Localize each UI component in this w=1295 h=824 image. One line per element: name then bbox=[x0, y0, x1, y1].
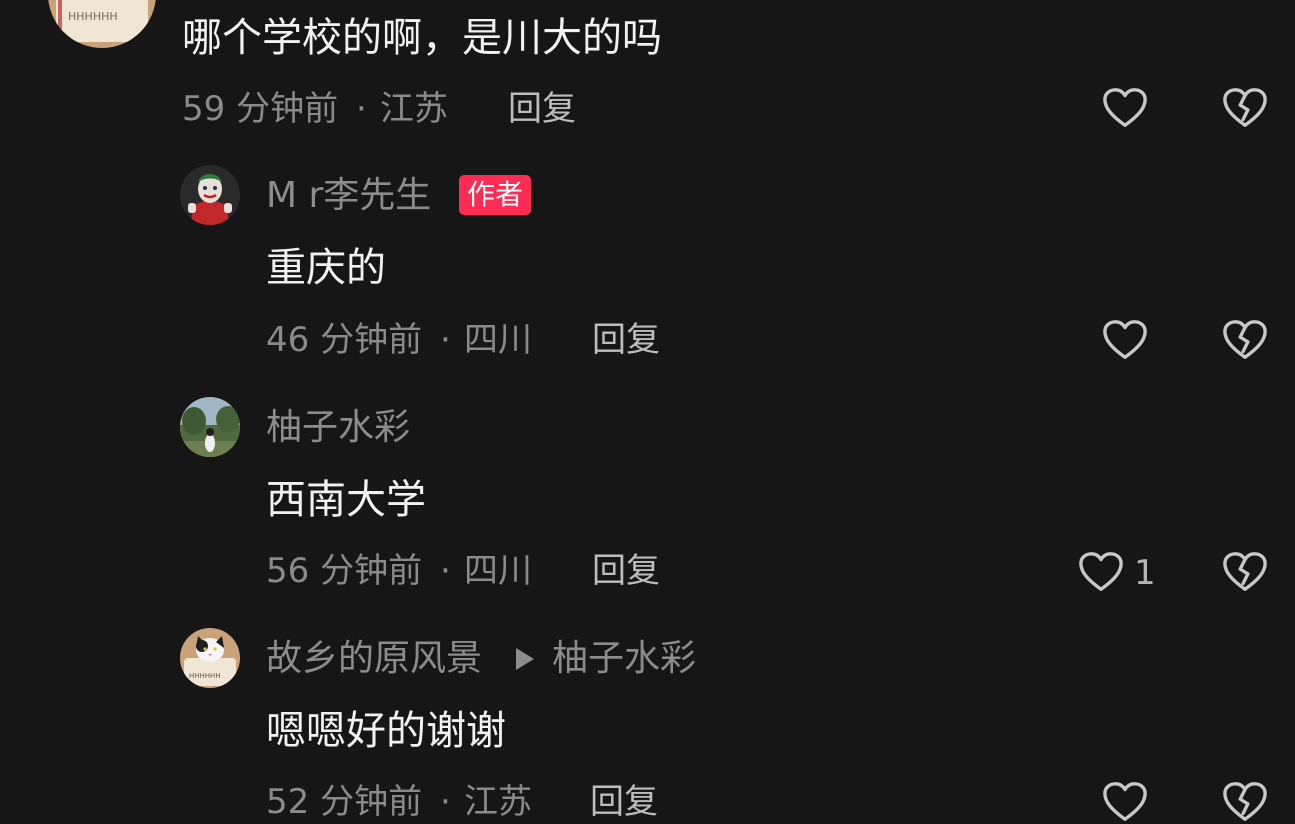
author-badge: 作者 bbox=[459, 175, 532, 215]
reply-text: 嗯嗯好的谢谢 bbox=[266, 708, 506, 754]
like-button[interactable] bbox=[1102, 318, 1148, 362]
username[interactable]: M r李先生 bbox=[266, 178, 431, 214]
like-count: 1 bbox=[1134, 553, 1156, 593]
broken-heart-icon bbox=[1223, 782, 1267, 821]
username[interactable]: 柚子水彩 bbox=[266, 410, 410, 446]
like-button[interactable] bbox=[1102, 780, 1148, 824]
like-button[interactable] bbox=[1102, 86, 1148, 130]
heart-outline-icon bbox=[1103, 782, 1147, 821]
reply-to-username[interactable]: 柚子水彩 bbox=[552, 641, 696, 677]
reply-text: 重庆的 bbox=[266, 245, 386, 291]
reply-location: 江苏 bbox=[464, 782, 532, 822]
avatar-image bbox=[180, 165, 240, 225]
reply-button[interactable]: 回复 bbox=[508, 92, 576, 126]
svg-text:HHHHHH: HHHHHH bbox=[68, 10, 118, 23]
reply-time: 52 分钟前 bbox=[266, 782, 423, 822]
heart-outline-icon bbox=[1103, 88, 1147, 127]
reply-text: 西南大学 bbox=[266, 477, 426, 523]
dislike-button[interactable] bbox=[1222, 550, 1268, 594]
reply-button[interactable]: 回复 bbox=[592, 323, 660, 357]
reply-time: 46 分钟前 bbox=[266, 320, 423, 360]
dislike-button[interactable] bbox=[1222, 318, 1268, 362]
avatar-image: HHHHHH bbox=[180, 628, 240, 688]
meta-separator: · bbox=[440, 782, 451, 822]
comment-location: 江苏 bbox=[380, 89, 448, 129]
svg-text:HHHHHH: HHHHHH bbox=[189, 672, 221, 680]
dislike-button[interactable] bbox=[1222, 780, 1268, 824]
broken-heart-icon bbox=[1223, 320, 1267, 359]
avatar[interactable]: HHHHHH bbox=[48, 0, 156, 48]
reply-location: 四川 bbox=[464, 320, 532, 360]
comment-text: 哪个学校的啊，是川大的吗 bbox=[182, 15, 662, 61]
avatar[interactable]: HHHHHH bbox=[180, 628, 240, 688]
meta-separator: · bbox=[356, 89, 367, 129]
meta-separator: · bbox=[440, 551, 451, 591]
dislike-button[interactable] bbox=[1222, 86, 1268, 130]
reply-to-arrow-icon bbox=[516, 648, 534, 670]
broken-heart-icon bbox=[1223, 88, 1267, 127]
avatar-image bbox=[180, 397, 240, 457]
heart-outline-icon bbox=[1079, 552, 1123, 591]
like-button[interactable] bbox=[1078, 550, 1124, 594]
meta-separator: · bbox=[440, 320, 451, 360]
avatar[interactable] bbox=[180, 165, 240, 225]
avatar-image: HHHHHH bbox=[48, 0, 156, 48]
heart-outline-icon bbox=[1103, 320, 1147, 359]
broken-heart-icon bbox=[1223, 552, 1267, 591]
reply-location: 四川 bbox=[464, 551, 532, 591]
comment-time: 59 分钟前 bbox=[182, 89, 339, 129]
reply-time: 56 分钟前 bbox=[266, 551, 423, 591]
reply-button[interactable]: 回复 bbox=[592, 554, 660, 588]
reply-button[interactable]: 回复 bbox=[590, 785, 658, 819]
avatar[interactable] bbox=[180, 397, 240, 457]
username[interactable]: 故乡的原风景 bbox=[266, 641, 482, 677]
